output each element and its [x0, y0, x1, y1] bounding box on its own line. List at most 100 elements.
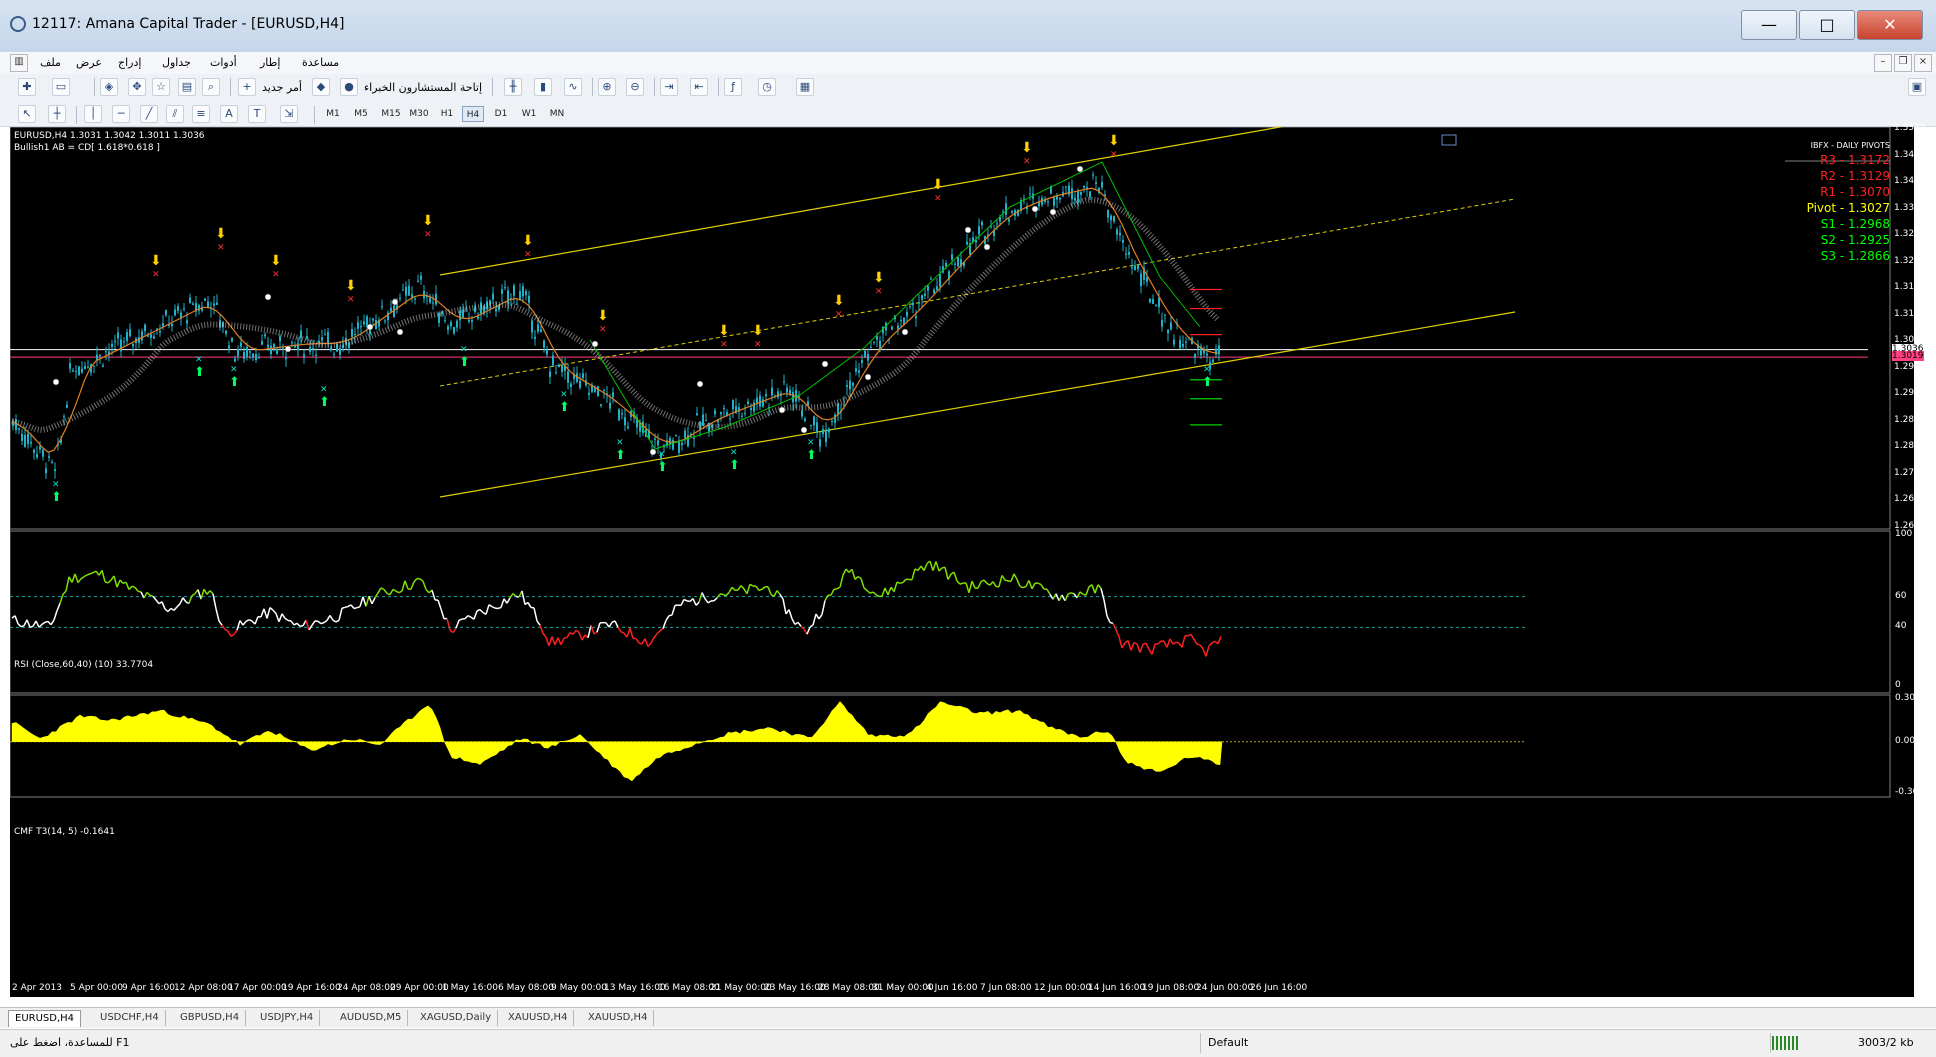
rsi-line-segment [1002, 575, 1005, 580]
menu-help[interactable]: مساعدة [302, 56, 339, 69]
chart-canvas[interactable]: ⬇✕⬇✕⬇✕⬇✕⬇✕⬇✕⬇✕⬇✕⬇✕⬇✕⬇✕⬇✕⬇✕⬇✕✕⬆✕⬆✕⬆✕⬆✕⬆✕⬆… [10, 127, 1914, 997]
close-button[interactable]: ✕ [1857, 10, 1923, 40]
rsi-line-segment [117, 580, 120, 587]
metaeditor-icon[interactable]: ◆ [312, 78, 330, 96]
profiles-icon[interactable]: ▭ [52, 78, 70, 96]
timeframe-h4[interactable]: H4 [462, 106, 484, 122]
crosshair-icon[interactable]: ┼ [48, 105, 66, 123]
menu-file[interactable]: ملف [40, 56, 61, 69]
mdi-restore-icon[interactable]: ❐ [1894, 54, 1912, 72]
rsi-level-label: 100 [1895, 529, 1912, 539]
fibonacci-icon[interactable]: ≡ [192, 105, 210, 123]
minimize-button[interactable]: — [1741, 10, 1797, 40]
rsi-line-segment [999, 575, 1002, 586]
candle-body [207, 302, 209, 308]
menu-insert[interactable]: إدراج [118, 56, 141, 69]
tab-eurusd-h4[interactable]: EURUSD,H4 [8, 1010, 81, 1027]
periods-icon[interactable]: ◷ [758, 78, 776, 96]
horizontal-line-icon[interactable]: ─ [112, 105, 130, 123]
tab-gbpusd-h4[interactable]: GBPUSD,H4 [174, 1010, 246, 1026]
terminal-icon[interactable]: ▤ [178, 78, 196, 96]
candle-body [1179, 340, 1181, 348]
channel-icon[interactable]: ⫽ [166, 105, 184, 123]
tab-audusd-m5[interactable]: AUDUSD,M5 [334, 1010, 408, 1026]
bar-chart-icon[interactable]: ╫ [504, 78, 522, 96]
rsi-line-segment [1086, 587, 1089, 595]
candle-body [1116, 229, 1118, 234]
notifications-icon[interactable]: ▣ [1908, 78, 1926, 96]
trendline-icon[interactable]: ╱ [140, 105, 158, 123]
time-tick-label: 17 Apr 00:00 [228, 983, 287, 993]
tab-usdchf-h4[interactable]: USDCHF,H4 [94, 1010, 166, 1026]
chart-window[interactable]: ⬇✕⬇✕⬇✕⬇✕⬇✕⬇✕⬇✕⬇✕⬇✕⬇✕⬇✕⬇✕⬇✕⬇✕✕⬆✕⬆✕⬆✕⬆✕⬆✕⬆… [10, 127, 1914, 997]
candle-body [618, 409, 620, 420]
rsi-line-segment [477, 610, 480, 611]
zoom-out-icon[interactable]: ⊖ [626, 78, 644, 96]
new-order-icon[interactable]: + [238, 78, 256, 96]
auto-scroll-icon[interactable]: ⇥ [660, 78, 678, 96]
new-order-button[interactable]: أمر جديد [262, 81, 302, 94]
data-window-icon[interactable]: ✥ [128, 78, 146, 96]
menu-window[interactable]: إطار [260, 56, 280, 69]
timeframe-w1[interactable]: W1 [518, 106, 540, 122]
strategy-tester-icon[interactable]: ⌕ [202, 78, 220, 96]
candle-body [1113, 216, 1115, 222]
time-tick-label: 31 May 00:00 [872, 983, 934, 993]
rsi-line-segment [636, 639, 639, 643]
new-chart-icon[interactable]: ✚ [18, 78, 36, 96]
candlestick-icon[interactable]: ▮ [534, 78, 552, 96]
rsi-line-segment [717, 594, 720, 598]
templates-icon[interactable]: ▦ [796, 78, 814, 96]
swing-point-icon [285, 346, 291, 352]
rsi-line-segment [1134, 643, 1137, 644]
zoom-in-icon[interactable]: ⊕ [598, 78, 616, 96]
timeframe-h1[interactable]: H1 [436, 106, 458, 122]
candle-body [381, 306, 383, 307]
menu-tools[interactable]: أدوات [210, 56, 237, 69]
candle-body [1131, 267, 1133, 268]
chart-shift-icon[interactable]: ⇤ [690, 78, 708, 96]
maximize-button[interactable]: □ [1799, 10, 1855, 40]
experts-icon[interactable]: ● [340, 78, 358, 96]
mdi-close-icon[interactable]: × [1914, 54, 1932, 72]
candle-body [819, 439, 821, 446]
text-label-icon[interactable]: T [248, 105, 266, 123]
timeframe-d1[interactable]: D1 [490, 106, 512, 122]
app-icon [10, 16, 26, 32]
text-icon[interactable]: A [220, 105, 238, 123]
timeframe-m30[interactable]: M30 [406, 106, 432, 122]
rsi-pane-border [10, 531, 1890, 693]
time-tick-label: 19 Jun 08:00 [1142, 983, 1199, 993]
mdi-minimize-icon[interactable]: – [1874, 54, 1892, 72]
candle-body [279, 336, 281, 341]
indicators-icon[interactable]: ƒ [724, 78, 742, 96]
vertical-line-icon[interactable]: │ [84, 105, 102, 123]
timeframe-m5[interactable]: M5 [350, 106, 372, 122]
rsi-line-segment [687, 601, 690, 602]
navigator-icon[interactable]: ☆ [152, 78, 170, 96]
candle-body [1071, 188, 1073, 199]
timeframe-m1[interactable]: M1 [322, 106, 344, 122]
candle-body [537, 324, 539, 331]
line-chart-icon[interactable]: ∿ [564, 78, 582, 96]
menu-view[interactable]: عرض [76, 56, 102, 69]
menu-charts[interactable]: جداول [162, 56, 191, 69]
tab-xauusd-h4-2[interactable]: XAUUSD,H4 [582, 1010, 654, 1026]
candle-body [1101, 182, 1103, 188]
tab-xagusd-daily[interactable]: XAGUSD,Daily [414, 1010, 498, 1026]
rsi-line-segment [930, 561, 933, 571]
rsi-line-segment [216, 609, 219, 621]
timeframe-mn[interactable]: MN [546, 106, 568, 122]
candle-body [1152, 299, 1154, 304]
tab-usdjpy-h4[interactable]: USDJPY,H4 [254, 1010, 320, 1026]
cursor-icon[interactable]: ↖ [18, 105, 36, 123]
pivot-level-label: S1 - 1.2968 [1821, 217, 1890, 231]
tab-xauusd-h4[interactable]: XAUUSD,H4 [502, 1010, 574, 1026]
connection-bars-icon [1772, 1036, 1800, 1050]
timeframe-m15[interactable]: M15 [378, 106, 404, 122]
arrows-icon[interactable]: ⇲ [280, 105, 298, 123]
market-watch-icon[interactable]: ◈ [100, 78, 118, 96]
rsi-line-segment [144, 592, 147, 598]
candle-body [996, 223, 998, 224]
experts-toggle-button[interactable]: إتاحة المستشارون الخبراء [364, 81, 482, 94]
